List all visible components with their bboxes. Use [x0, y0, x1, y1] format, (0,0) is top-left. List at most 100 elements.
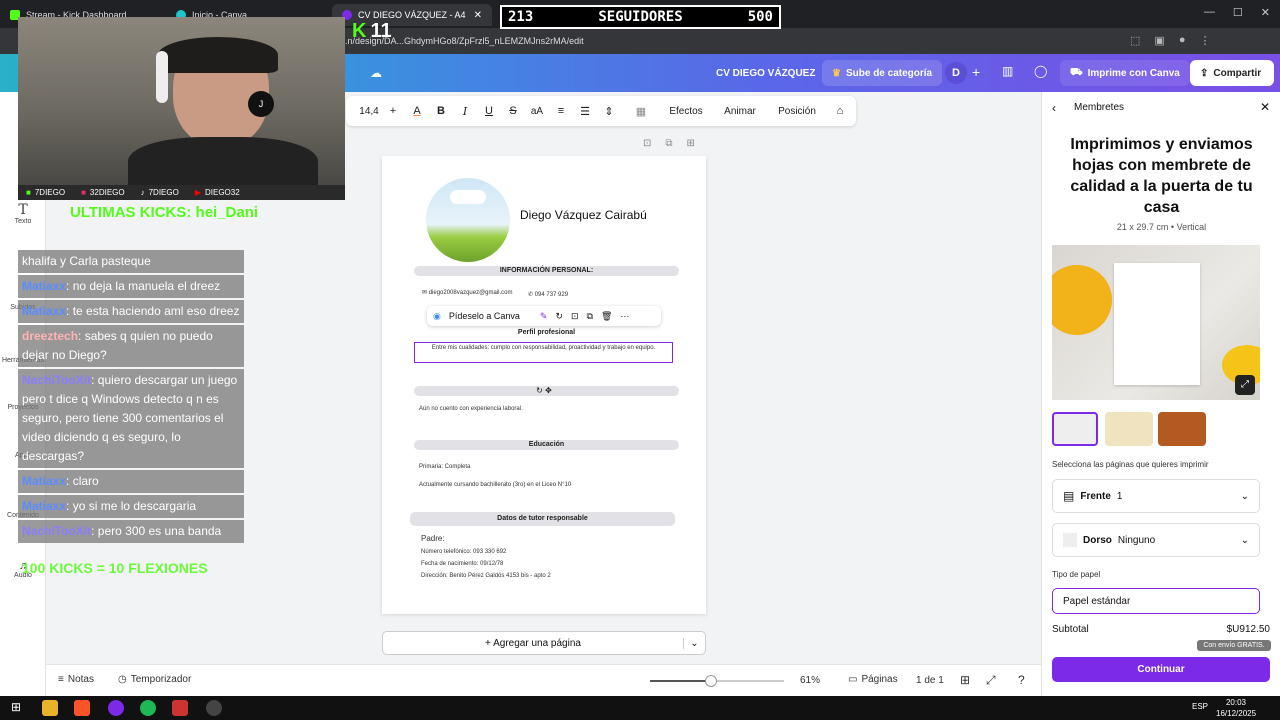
url-field[interactable]: ...n/design/DA...GhdymHGo8/ZpFrzl5_nLEMZ…	[340, 32, 960, 50]
ask-canva-button[interactable]: Pídeselo a Canva	[449, 311, 520, 321]
add-page-icon[interactable]: ⊞	[687, 138, 695, 149]
close-window-icon[interactable]: ✕	[1261, 6, 1270, 19]
phone-text[interactable]: ✆ 094 737 929	[528, 291, 568, 298]
chevron-down-icon[interactable]: ⌄	[683, 637, 705, 649]
cloud-save-icon[interactable]: ☁	[370, 66, 382, 80]
windows-start-icon[interactable]: ⊞	[8, 700, 24, 716]
resume-page[interactable]: Diego Vázquez Cairabú INFORMACIÓN PERSON…	[382, 156, 706, 614]
thumbnail-2[interactable]	[1105, 412, 1153, 446]
page-controls: ⊡ ⧉ ⊞	[643, 138, 695, 149]
zoom-slider-handle[interactable]	[704, 675, 717, 687]
case-button[interactable]: aA	[528, 96, 546, 126]
notes-button[interactable]: ≡ Notas	[58, 674, 94, 685]
lock-icon[interactable]: ⊡	[643, 138, 651, 149]
resume-name[interactable]: Diego Vázquez Cairabú	[520, 208, 647, 222]
magic-icon[interactable]: ✎	[540, 311, 548, 322]
back-arrow-icon[interactable]: ‹	[1052, 101, 1056, 115]
profile-icon[interactable]: ●	[1179, 34, 1186, 47]
add-collaborator-icon[interactable]: +	[972, 64, 980, 80]
zoom-slider[interactable]	[650, 675, 784, 687]
grid-view-icon[interactable]: ⊞	[960, 673, 970, 687]
upgrade-button[interactable]: ♛ Sube de categoría	[822, 60, 943, 86]
add-page-button[interactable]: + Agregar una página ⌄	[382, 631, 706, 655]
comment-icon[interactable]: ◯	[1034, 64, 1047, 78]
headset-left	[156, 51, 168, 103]
select-pages-label: Selecciona las páginas que quieres impri…	[1052, 460, 1209, 469]
front-page-select[interactable]: ▤ Frente 1 ⌄	[1052, 479, 1260, 513]
file-explorer-icon[interactable]	[42, 700, 58, 716]
close-panel-icon[interactable]: ✕	[1260, 100, 1270, 114]
font-size-field[interactable]: 14,4	[354, 96, 384, 126]
minimize-icon[interactable]: —	[1204, 6, 1215, 19]
trash-icon[interactable]: 🗑	[601, 311, 612, 322]
tutor-birth[interactable]: Fecha de nacimiento: 09/12/78	[421, 561, 503, 567]
fullscreen-icon[interactable]: ⤢	[986, 673, 996, 688]
print-panel: ‹ Membretes ✕ Imprimimos y enviamos hoja…	[1041, 92, 1280, 698]
text-color-icon[interactable]: A	[408, 96, 426, 126]
tutor-phone[interactable]: Número telefónico: 093 330 692	[421, 549, 506, 555]
increase-font-icon[interactable]: +	[386, 96, 400, 126]
share-button[interactable]: ⇪ Compartir	[1190, 60, 1274, 86]
continue-button[interactable]: Continuar	[1052, 657, 1270, 682]
thumbnail-1[interactable]	[1052, 412, 1098, 446]
duplicate-icon[interactable]: ⧉	[587, 311, 593, 322]
document-title[interactable]: CV DIEGO VÁZQUEZ	[716, 68, 815, 79]
rotate-icon[interactable]: ↻	[555, 311, 563, 322]
profile-photo[interactable]	[426, 178, 510, 262]
canva-app-icon[interactable]	[108, 700, 124, 716]
pages-button[interactable]: ▭ Páginas	[848, 674, 898, 685]
animate-button[interactable]: Animar	[718, 96, 762, 126]
analytics-icon[interactable]: ▥	[1002, 64, 1013, 78]
list-icon[interactable]: ☰	[576, 96, 594, 126]
close-tab-icon[interactable]: ✕	[474, 10, 482, 21]
menu-icon[interactable]: ⋮	[1199, 34, 1210, 47]
email-text[interactable]: ✉ diego2008vazquez@gmail.com	[422, 289, 513, 296]
italic-button[interactable]: I	[456, 96, 474, 126]
spotify-icon[interactable]	[140, 700, 156, 716]
profile-text-selected[interactable]: Entre mis cualidades: cumplo con respons…	[414, 342, 673, 363]
lock-icon[interactable]: ⊡	[571, 311, 579, 322]
avatar[interactable]: D	[945, 62, 967, 84]
headset-logo-icon: J	[248, 91, 274, 117]
obs-icon[interactable]	[206, 700, 222, 716]
effects-button[interactable]: Efectos	[664, 96, 708, 126]
duplicate-page-icon[interactable]: ⧉	[665, 138, 672, 149]
position-button[interactable]: Posición	[772, 96, 822, 126]
sidebar-icon[interactable]: ▣	[1154, 34, 1164, 47]
thumbnail-3[interactable]	[1158, 412, 1206, 446]
extension-icon[interactable]: ⬚	[1130, 34, 1140, 47]
section-tutor[interactable]: Datos de tutor responsable	[410, 512, 675, 526]
maximize-icon[interactable]: ☐	[1233, 6, 1243, 19]
product-preview-image[interactable]: ⤢	[1052, 245, 1260, 400]
tutor-label[interactable]: Padre:	[421, 534, 445, 543]
help-icon[interactable]: ?	[1018, 673, 1025, 687]
section-education[interactable]: Educación	[414, 440, 679, 450]
zoom-value[interactable]: 61%	[800, 675, 820, 686]
underline-button[interactable]: U	[480, 96, 498, 126]
language-indicator[interactable]: ESP	[1192, 702, 1208, 711]
rotate-move-handles[interactable]: ↻ ✥	[524, 386, 564, 398]
section-personal[interactable]: INFORMACIÓN PERSONAL:	[414, 266, 679, 276]
tutor-address[interactable]: Dirección: Benito Pérez Galdós 4153 bis …	[421, 573, 551, 579]
expand-icon[interactable]: ⤢	[1235, 375, 1255, 395]
timer-button[interactable]: ◷ Temporizador	[118, 674, 191, 685]
strikethrough-button[interactable]: S	[504, 96, 522, 126]
bold-button[interactable]: B	[432, 96, 450, 126]
education-current[interactable]: Actualmente cursando bachillerato (3ro) …	[419, 482, 571, 488]
spacing-icon[interactable]: ⇕	[600, 96, 618, 126]
brave-icon[interactable]	[74, 700, 90, 716]
transparency-icon[interactable]: ▦	[632, 96, 650, 126]
print-button[interactable]: ⛟ Imprime con Canva	[1060, 60, 1190, 86]
section-profile[interactable]: Perfil profesional	[414, 328, 679, 338]
last-kicks-banner: ULTIMAS KICKS: hei_Dani	[70, 204, 259, 221]
education-primary[interactable]: Primaria: Completa	[419, 464, 470, 470]
more-icon[interactable]: ⋯	[620, 311, 629, 322]
paper-type-select[interactable]: Papel estándar	[1052, 588, 1260, 614]
app-icon[interactable]	[172, 700, 188, 716]
align-icon[interactable]: ≡	[552, 96, 570, 126]
paint-format-icon[interactable]: ⌂	[830, 96, 850, 126]
back-page-select[interactable]: Dorso Ninguno ⌄	[1052, 523, 1260, 557]
sidebar-item-text[interactable]: T Texto	[0, 202, 46, 225]
experience-text[interactable]: Aún no cuento con experiencia laboral.	[419, 406, 523, 412]
clock[interactable]: 20:03 16/12/2025	[1216, 697, 1256, 719]
